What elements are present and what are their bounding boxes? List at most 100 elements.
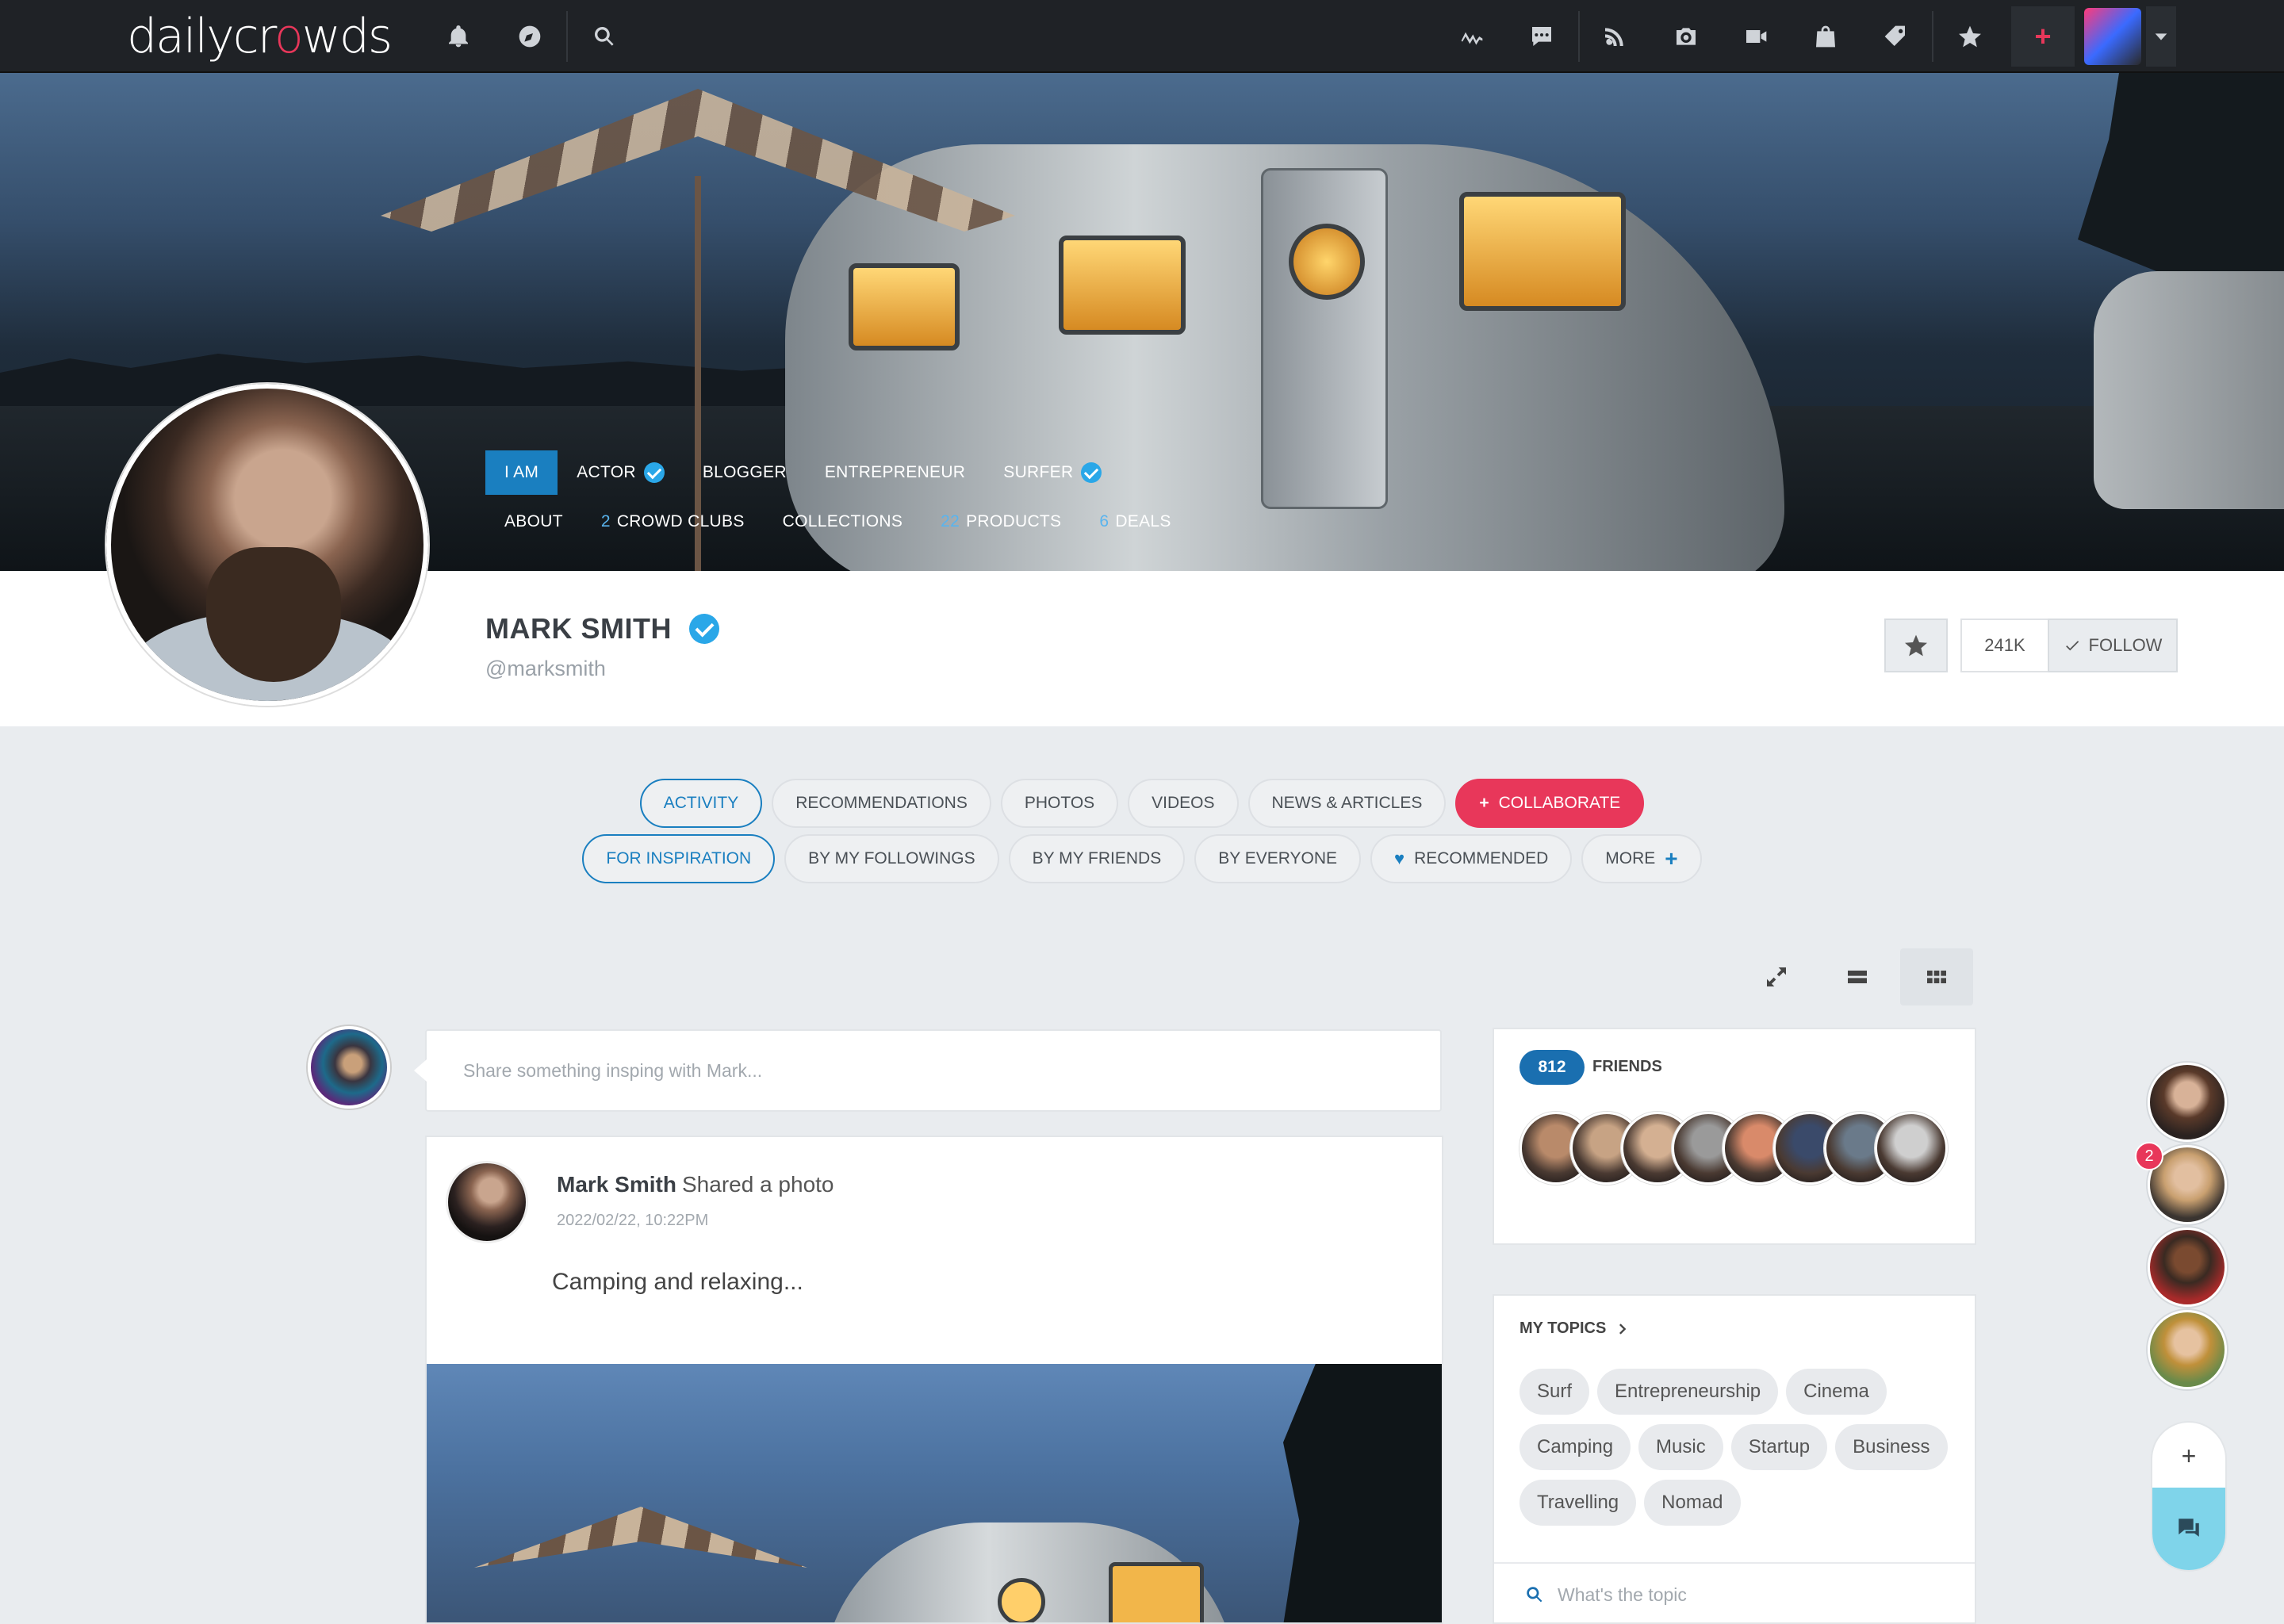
avatar-beard [206, 547, 341, 682]
primary-tabs: ACTIVITY RECOMMENDATIONS PHOTOS VIDEOS N… [0, 779, 2284, 828]
topic-chip[interactable]: Nomad [1644, 1480, 1741, 1526]
link-crowd-clubs[interactable]: 2 CROWD CLUBS [582, 500, 764, 544]
expand-icon[interactable] [1740, 948, 1813, 1005]
favorite-button[interactable] [1884, 619, 1948, 672]
friend-avatar[interactable] [1875, 1112, 1948, 1185]
filter-by-my-friends[interactable]: BY MY FRIENDS [1008, 834, 1186, 883]
topic-chip[interactable]: Travelling [1519, 1480, 1637, 1526]
open-chat-button[interactable] [2152, 1488, 2225, 1570]
topic-chip[interactable]: Surf [1519, 1369, 1590, 1415]
my-avatar[interactable] [308, 1026, 390, 1109]
search-icon[interactable] [590, 22, 619, 51]
follow-button[interactable]: FOLLOW [2048, 619, 2178, 672]
role-tag-actor[interactable]: ACTOR [558, 450, 684, 495]
tab-photos[interactable]: PHOTOS [1000, 779, 1119, 828]
link-deals[interactable]: 6 DEALS [1080, 500, 1190, 544]
photo-porthole [998, 1578, 1045, 1622]
bell-icon[interactable] [444, 22, 473, 51]
tab-recommendations[interactable]: RECOMMENDATIONS [772, 779, 991, 828]
verified-check-icon [1081, 462, 1102, 483]
list-view-icon[interactable] [1821, 948, 1894, 1005]
user-avatar[interactable] [2084, 8, 2141, 65]
cover-window [849, 263, 960, 350]
friends-label: FRIENDS [1592, 1058, 1662, 1075]
share-input[interactable] [427, 1031, 1440, 1110]
topic-chip[interactable]: Startup [1730, 1424, 1828, 1470]
check-icon [2065, 641, 2079, 651]
profile-links: ABOUT 2 CROWD CLUBS COLLECTIONS 22 PRODUCT… [485, 500, 1190, 544]
chevron-down-icon[interactable] [2146, 6, 2176, 67]
compass-icon[interactable] [515, 22, 544, 51]
role-tags: I AM ACTOR BLOGGER ENTREPRENEUR SURFER [485, 450, 1121, 495]
chevron-right-icon [1619, 1323, 1627, 1335]
friend-avatars [1519, 1112, 1948, 1185]
filter-by-my-followings[interactable]: BY MY FOLLOWINGS [784, 834, 999, 883]
topic-chips: Surf Entrepreneurship Cinema Camping Mus… [1519, 1369, 1964, 1526]
topic-chip[interactable]: Camping [1519, 1424, 1631, 1470]
top-navbar: dailycrowds + [0, 0, 2284, 73]
post-author-avatar[interactable] [446, 1161, 528, 1243]
filter-by-everyone[interactable]: BY EVERYONE [1194, 834, 1362, 883]
video-icon[interactable] [1742, 22, 1770, 51]
create-button[interactable]: + [2011, 6, 2075, 67]
topic-chip[interactable]: Cinema [1786, 1369, 1887, 1415]
chat-icon[interactable] [1527, 22, 1556, 51]
activity-icon[interactable] [1458, 22, 1486, 51]
post-composer[interactable] [414, 1029, 1442, 1112]
add-contact-button[interactable]: + [2152, 1423, 2225, 1489]
filter-more[interactable]: MORE + [1581, 834, 1702, 883]
contact-avatar[interactable] [2148, 1310, 2227, 1389]
divider [566, 11, 568, 62]
plus-icon: + [1479, 794, 1489, 812]
post-text: Camping and relaxing... [552, 1269, 803, 1295]
collaborate-button[interactable]: + COLLABORATE [1455, 779, 1645, 828]
cover-door [1261, 168, 1388, 509]
link-products[interactable]: 22 PRODUCTS [922, 500, 1080, 544]
verified-check-icon [688, 614, 719, 644]
contact-avatar[interactable] [2148, 1063, 2227, 1142]
post-timestamp: 2022/02/22, 10:22PM [557, 1212, 709, 1229]
link-about[interactable]: ABOUT [485, 500, 582, 544]
profile-handle: @marksmith [485, 657, 606, 680]
topic-chip[interactable]: Music [1638, 1424, 1723, 1470]
my-topics-link[interactable]: MY TOPICS [1519, 1320, 1631, 1338]
topic-search-input[interactable] [1558, 1584, 1938, 1606]
star-icon[interactable] [1956, 22, 1984, 51]
camera-icon[interactable] [1672, 22, 1700, 51]
chat-icon [2179, 1519, 2199, 1537]
topic-chip[interactable]: Entrepreneurship [1597, 1369, 1779, 1415]
bag-icon[interactable] [1811, 22, 1840, 51]
cover-trailer-second [2094, 271, 2284, 509]
role-tag-blogger[interactable]: BLOGGER [684, 450, 806, 495]
topics-card: MY TOPICS Surf Entrepreneurship Cinema C… [1493, 1294, 1976, 1624]
topic-chip[interactable]: Business [1835, 1424, 1948, 1470]
post-author-name[interactable]: Mark Smith [557, 1172, 676, 1197]
photo-tree [1283, 1364, 1442, 1622]
role-tag-entrepreneur[interactable]: ENTREPRENEUR [806, 450, 984, 495]
post-action: Shared a photo [682, 1172, 834, 1197]
rss-icon[interactable] [1600, 22, 1629, 51]
profile-avatar[interactable] [106, 384, 428, 706]
filter-recommended[interactable]: ♥ RECOMMENDED [1370, 834, 1573, 883]
divider [1932, 11, 1933, 62]
link-collections[interactable]: COLLECTIONS [764, 500, 922, 544]
feed-post: Mark Smith Shared a photo 2022/02/22, 10… [425, 1136, 1443, 1624]
cover-window [1459, 192, 1626, 311]
tab-news-articles[interactable]: NEWS & ARTICLES [1247, 779, 1447, 828]
tab-activity[interactable]: ACTIVITY [639, 779, 763, 828]
tab-videos[interactable]: VIDEOS [1128, 779, 1239, 828]
role-tag-surfer[interactable]: SURFER [984, 450, 1121, 495]
tag-icon[interactable] [1881, 22, 1910, 51]
friends-count-badge: 812 [1519, 1050, 1585, 1085]
follower-count: 241K [1960, 619, 2049, 672]
filter-for-inspiration[interactable]: FOR INSPIRATION [582, 834, 776, 883]
topic-search [1494, 1562, 1975, 1624]
grid-view-icon[interactable] [1900, 948, 1973, 1005]
logo[interactable]: dailycrowds [127, 6, 393, 67]
post-photo[interactable] [427, 1364, 1442, 1622]
role-tag-i-am[interactable]: I AM [485, 450, 558, 495]
cover-window [1059, 236, 1186, 335]
quick-actions: + [2151, 1421, 2227, 1572]
cover-porthole [1289, 224, 1365, 300]
contact-avatar[interactable] [2148, 1228, 2227, 1307]
